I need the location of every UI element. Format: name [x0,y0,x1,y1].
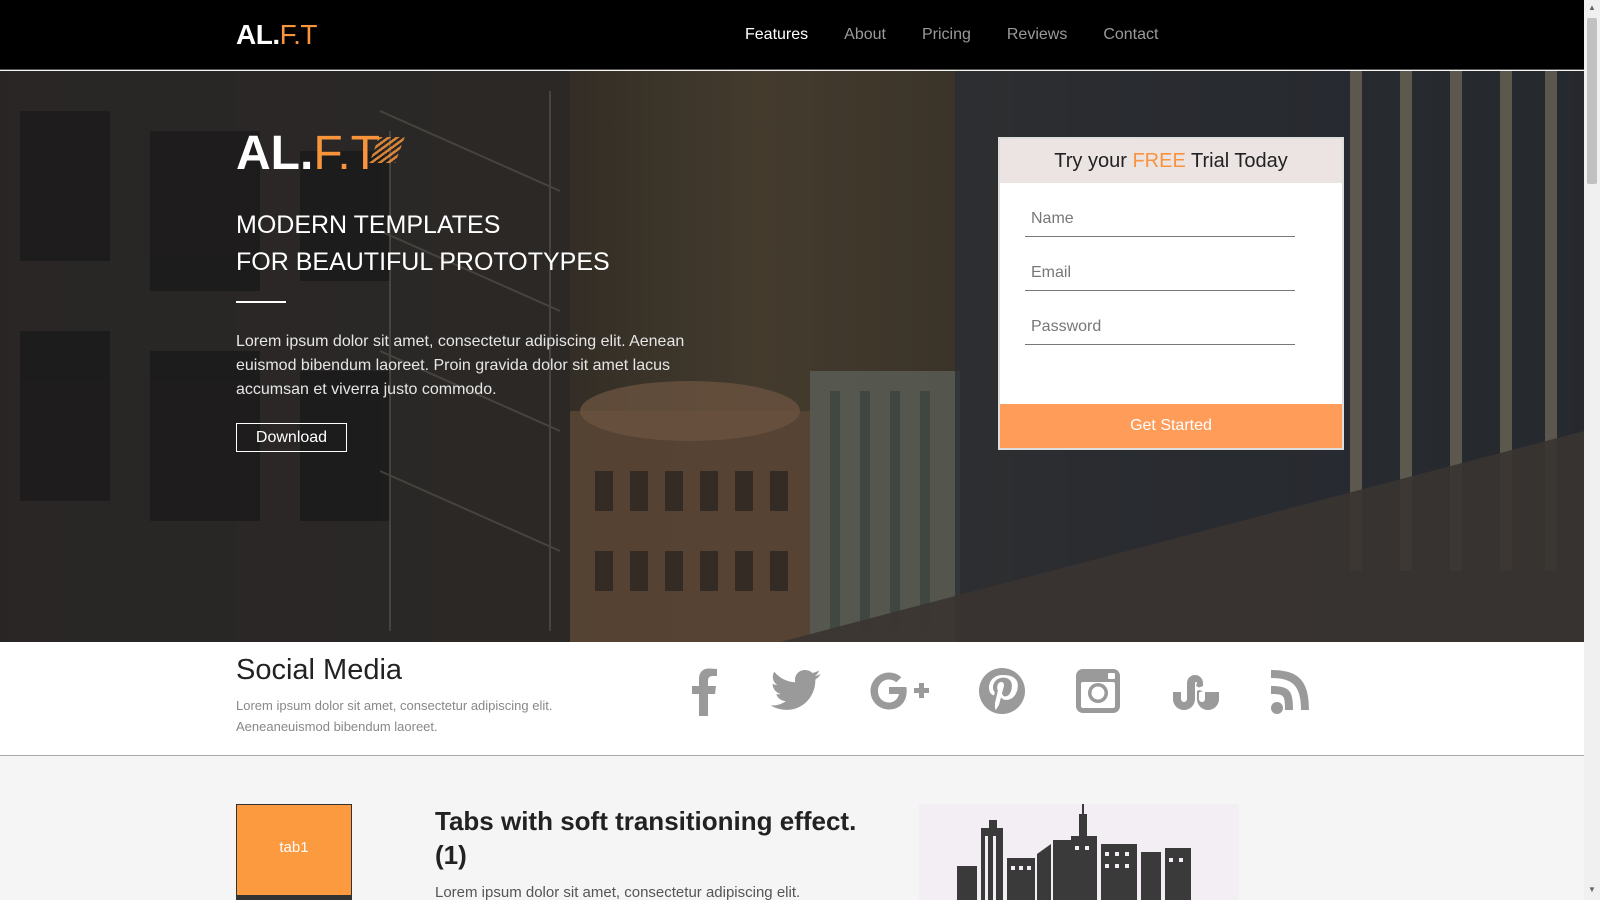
hero-logo-main: AL. [236,127,314,180]
tab-next[interactable] [236,896,352,900]
instagram-icon[interactable] [1068,666,1128,716]
nav-link-about[interactable]: About [844,26,886,44]
hero-logo: AL.F.T [236,126,405,181]
trial-title-post: Trial Today [1185,150,1288,172]
hero-logo-accent: F.T [313,127,380,180]
trial-card-title: Try your FREE Trial Today [1000,139,1342,183]
get-started-button[interactable]: Get Started [1000,404,1342,448]
nav-links: Features About Pricing Reviews Contact [745,26,1194,44]
brand-main: AL. [236,19,280,50]
trial-signup-card: Try your FREE Trial Today Get Started [998,137,1344,450]
hero-divider [236,301,286,303]
tabs-title: Tabs with soft transitioning effect. (1) [435,806,857,870]
hero-description: Lorem ipsum dolor sit amet, consectetur … [236,333,685,398]
trial-title-free: FREE [1132,150,1186,172]
twitter-icon[interactable] [767,666,827,716]
hero-headline: MODERN TEMPLATES FOR BEAUTIFUL PROTOTYPE… [236,207,610,281]
scroll-up-icon[interactable]: ▲ [1588,4,1596,12]
city-skyline-icon [957,804,1191,900]
nav-link-features[interactable]: Features [745,26,808,44]
scroll-down-icon[interactable]: ▼ [1588,886,1596,894]
hero-section: AL.F.T MODERN TEMPLATES FOR BEAUTIFUL PR… [0,71,1584,642]
password-field[interactable] [1025,309,1295,345]
navbar: AL.F.T Features About Pricing Reviews Co… [0,0,1584,70]
tab-tab1[interactable]: tab1 [236,804,352,896]
city-illustration [919,804,1239,900]
tabs-description: Lorem ipsum dolor sit amet, consectetur … [435,884,801,900]
page-scrollbar[interactable]: ▲ ▼ [1584,0,1600,900]
brand-accent: F.T [279,19,318,50]
social-description-line2: Aeneaneuismod bibendum laoreet. [236,719,438,734]
nav-link-contact[interactable]: Contact [1103,26,1158,44]
hero-headline-line1: MODERN TEMPLATES [236,211,501,239]
google-plus-icon[interactable] [870,666,930,716]
facebook-icon[interactable] [675,666,735,716]
trial-title-pre: Try your [1054,150,1133,172]
email-field[interactable] [1025,255,1295,291]
brand-logo[interactable]: AL.F.T [236,19,318,51]
pinterest-icon[interactable] [972,666,1032,716]
social-description: Lorem ipsum dolor sit amet, consectetur … [236,695,596,737]
tabs-section: tab1 Tabs with soft transitioning effect… [0,757,1584,900]
social-title: Social Media [236,654,403,686]
name-field[interactable] [1025,201,1295,237]
hero-headline-line2: FOR BEAUTIFUL PROTOTYPES [236,248,610,276]
social-media-section: Social Media Lorem ipsum dolor sit amet,… [0,642,1584,756]
nav-link-reviews[interactable]: Reviews [1007,26,1067,44]
stumbleupon-icon[interactable] [1165,666,1225,716]
nav-link-pricing[interactable]: Pricing [922,26,971,44]
download-button[interactable]: Download [236,423,347,452]
rss-icon[interactable] [1265,666,1325,716]
scroll-thumb[interactable] [1587,18,1597,184]
social-description-line1: Lorem ipsum dolor sit amet, consectetur … [236,698,553,713]
